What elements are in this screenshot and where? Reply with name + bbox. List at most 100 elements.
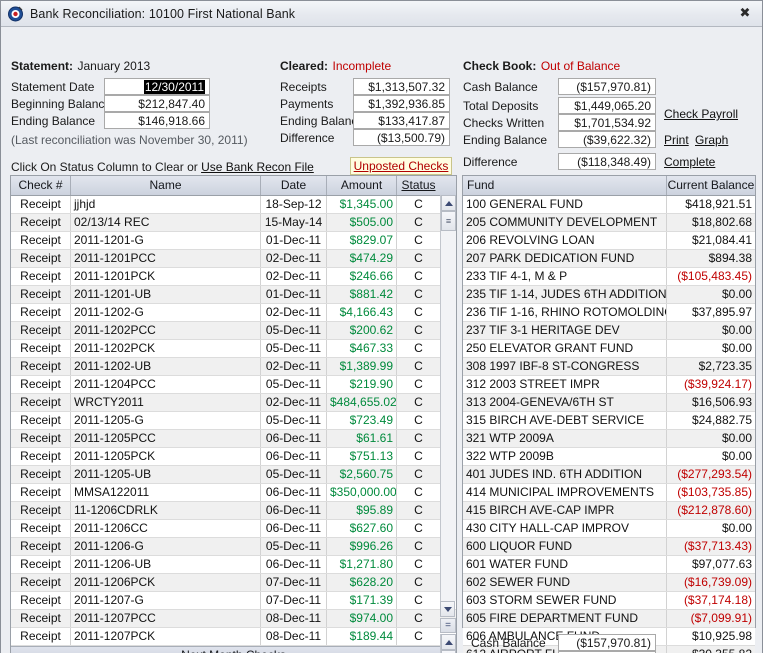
table-row[interactable]: 237 TIF 3-1 HERITAGE DEV $0.00 (463, 322, 755, 340)
table-row[interactable]: 100 GENERAL FUND $418,921.51 (463, 196, 755, 214)
scroll-thumb[interactable]: ≡ (441, 211, 456, 231)
column-header-fund[interactable]: Fund (463, 176, 667, 195)
table-row[interactable]: 313 2004-GENEVA/6TH ST $16,506.93 (463, 394, 755, 412)
cell-status[interactable]: C (397, 376, 440, 393)
checks-grid-scroll-down-area[interactable] (440, 601, 456, 618)
cell-status[interactable]: C (397, 430, 440, 447)
table-row[interactable]: Receipt 2011-1201PCC 02-Dec-11 $474.29 C (11, 250, 456, 268)
statement-ending-balance-input[interactable]: $146,918.66 (104, 112, 210, 129)
table-row[interactable]: Receipt jjhjd 18-Sep-12 $1,345.00 C (11, 196, 456, 214)
cell-status[interactable]: C (397, 466, 440, 483)
fund-grid[interactable]: Fund Current Balance 100 GENERAL FUND $41… (462, 175, 756, 653)
table-row[interactable]: 414 MUNICIPAL IMPROVEMENTS ($103,735.85) (463, 484, 755, 502)
scroll-down-button[interactable] (440, 601, 455, 617)
column-header-current-balance[interactable]: Current Balance (667, 176, 755, 195)
grid-splitter-handle[interactable]: = (440, 618, 456, 633)
table-row[interactable]: 603 STORM SEWER FUND ($37,174.18) (463, 592, 755, 610)
table-row[interactable]: 322 WTP 2009B $0.00 (463, 448, 755, 466)
cell-status[interactable]: C (397, 592, 440, 609)
cell-status[interactable]: C (397, 358, 440, 375)
checks-grid-scrollbar[interactable]: ≡ (440, 195, 456, 601)
table-row[interactable]: 206 REVOLVING LOAN $21,084.41 (463, 232, 755, 250)
table-row[interactable]: 430 CITY HALL-CAP IMPROV $0.00 (463, 520, 755, 538)
table-row[interactable]: Receipt 02/13/14 REC 15-May-14 $505.00 C (11, 214, 456, 232)
cell-status[interactable]: C (397, 214, 440, 231)
statement-date-input[interactable]: 12/30/2011 (104, 78, 210, 95)
cell-status[interactable]: C (397, 412, 440, 429)
cell-status[interactable]: C (397, 250, 440, 267)
table-row[interactable]: Receipt 2011-1202-G 02-Dec-11 $4,166.43 C (11, 304, 456, 322)
table-row[interactable]: 602 SEWER FUND ($16,739.09) (463, 574, 755, 592)
cell-status[interactable]: C (397, 394, 440, 411)
table-row[interactable]: Receipt 11-1206CDRLK 06-Dec-11 $95.89 C (11, 502, 456, 520)
beginning-balance-input[interactable]: $212,847.40 (104, 95, 210, 112)
table-row[interactable]: 600 LIQUOR FUND ($37,713.43) (463, 538, 755, 556)
table-row[interactable]: Receipt 2011-1205-UB 05-Dec-11 $2,560.75 C (11, 466, 456, 484)
table-row[interactable]: 401 JUDES IND. 6TH ADDITION ($277,293.54) (463, 466, 755, 484)
column-header-date[interactable]: Date (261, 176, 327, 195)
table-row[interactable]: Receipt 2011-1201-G 01-Dec-11 $829.07 C (11, 232, 456, 250)
table-row[interactable]: 236 TIF 1-16, RHINO ROTOMOLDING $37,895.9… (463, 304, 755, 322)
complete-link[interactable]: Complete (664, 155, 715, 169)
table-row[interactable]: Receipt 2011-1205PCC 06-Dec-11 $61.61 C (11, 430, 456, 448)
use-bank-recon-file-link[interactable]: Use Bank Recon File (201, 160, 314, 174)
cell-status[interactable]: C (397, 286, 440, 303)
table-row[interactable]: 250 ELEVATOR GRANT FUND $0.00 (463, 340, 755, 358)
next-month-scroll-up-button[interactable] (441, 634, 456, 650)
table-row[interactable]: Receipt 2011-1207PCK 08-Dec-11 $189.44 C (11, 628, 456, 646)
column-header-amount[interactable]: Amount (327, 176, 397, 195)
table-row[interactable]: 315 BIRCH AVE-DEBT SERVICE $24,882.75 (463, 412, 755, 430)
column-header-check-number[interactable]: Check # (11, 176, 71, 195)
table-row[interactable]: Receipt 2011-1205-G 05-Dec-11 $723.49 C (11, 412, 456, 430)
scroll-up-button[interactable] (441, 195, 456, 211)
checks-grid[interactable]: Check # Name Date Amount Status Receipt j… (10, 175, 457, 653)
table-row[interactable]: Receipt 2011-1206-UB 06-Dec-11 $1,271.80 C (11, 556, 456, 574)
column-header-name[interactable]: Name (71, 176, 261, 195)
table-row[interactable]: Receipt 2011-1202PCC 05-Dec-11 $200.62 C (11, 322, 456, 340)
check-payroll-link[interactable]: Check Payroll (664, 107, 738, 121)
cell-status[interactable]: C (397, 574, 440, 591)
table-row[interactable]: 415 BIRCH AVE-CAP IMPR ($212,878.60) (463, 502, 755, 520)
table-row[interactable]: Receipt 2011-1201-UB 01-Dec-11 $881.42 C (11, 286, 456, 304)
table-row[interactable]: 207 PARK DEDICATION FUND $894.38 (463, 250, 755, 268)
table-row[interactable]: 235 TIF 1-14, JUDES 6TH ADDITION $0.00 (463, 286, 755, 304)
cell-status[interactable]: C (397, 322, 440, 339)
table-row[interactable]: 312 2003 STREET IMPR ($39,924.17) (463, 376, 755, 394)
table-row[interactable]: 605 FIRE DEPARTMENT FUND ($7,099.91) (463, 610, 755, 628)
cell-status[interactable]: C (397, 610, 440, 627)
cell-status[interactable]: C (397, 538, 440, 555)
cell-status[interactable]: C (397, 502, 440, 519)
table-row[interactable]: 601 WATER FUND $97,077.63 (463, 556, 755, 574)
cell-status[interactable]: C (397, 340, 440, 357)
table-row[interactable]: Receipt MMSA122011 06-Dec-11 $350,000.00 C (11, 484, 456, 502)
table-row[interactable]: 321 WTP 2009A $0.00 (463, 430, 755, 448)
table-row[interactable]: Receipt WRCTY2011 02-Dec-11 $484,655.02 C (11, 394, 456, 412)
table-row[interactable]: Receipt 2011-1202PCK 05-Dec-11 $467.33 C (11, 340, 456, 358)
cell-status[interactable]: C (397, 304, 440, 321)
table-row[interactable]: Receipt 2011-1204PCC 05-Dec-11 $219.90 C (11, 376, 456, 394)
close-icon[interactable]: ✖ (734, 4, 756, 22)
graph-link[interactable]: Graph (695, 133, 728, 147)
cell-status[interactable]: C (397, 556, 440, 573)
table-row[interactable]: Receipt 2011-1207-G 07-Dec-11 $171.39 C (11, 592, 456, 610)
table-row[interactable]: Receipt 2011-1201PCK 02-Dec-11 $246.66 C (11, 268, 456, 286)
table-row[interactable]: 205 COMMUNITY DEVELOPMENT $18,802.68 (463, 214, 755, 232)
unposted-checks-button[interactable]: Unposted Checks (350, 157, 452, 175)
table-row[interactable]: Receipt 2011-1205PCK 06-Dec-11 $751.13 C (11, 448, 456, 466)
table-row[interactable]: 233 TIF 4-1, M & P ($105,483.45) (463, 268, 755, 286)
table-row[interactable]: 308 1997 IBF-8 ST-CONGRESS $2,723.35 (463, 358, 755, 376)
cell-status[interactable]: C (397, 520, 440, 537)
cell-status[interactable]: C (397, 448, 440, 465)
cell-status[interactable]: C (397, 484, 440, 501)
print-link[interactable]: Print (664, 133, 689, 147)
table-row[interactable]: Receipt 2011-1202-UB 02-Dec-11 $1,389.99 C (11, 358, 456, 376)
table-row[interactable]: Receipt 2011-1206PCK 07-Dec-11 $628.20 C (11, 574, 456, 592)
next-month-scrollbar[interactable]: ≡ (440, 634, 456, 653)
cell-status[interactable]: C (397, 232, 440, 249)
table-row[interactable]: Receipt 2011-1206-G 05-Dec-11 $996.26 C (11, 538, 456, 556)
table-row[interactable]: Receipt 2011-1207PCC 08-Dec-11 $974.00 C (11, 610, 456, 628)
cell-status[interactable]: C (397, 196, 440, 213)
table-row[interactable]: Receipt 2011-1206CC 06-Dec-11 $627.60 C (11, 520, 456, 538)
cell-status[interactable]: C (397, 628, 440, 645)
cell-status[interactable]: C (397, 268, 440, 285)
